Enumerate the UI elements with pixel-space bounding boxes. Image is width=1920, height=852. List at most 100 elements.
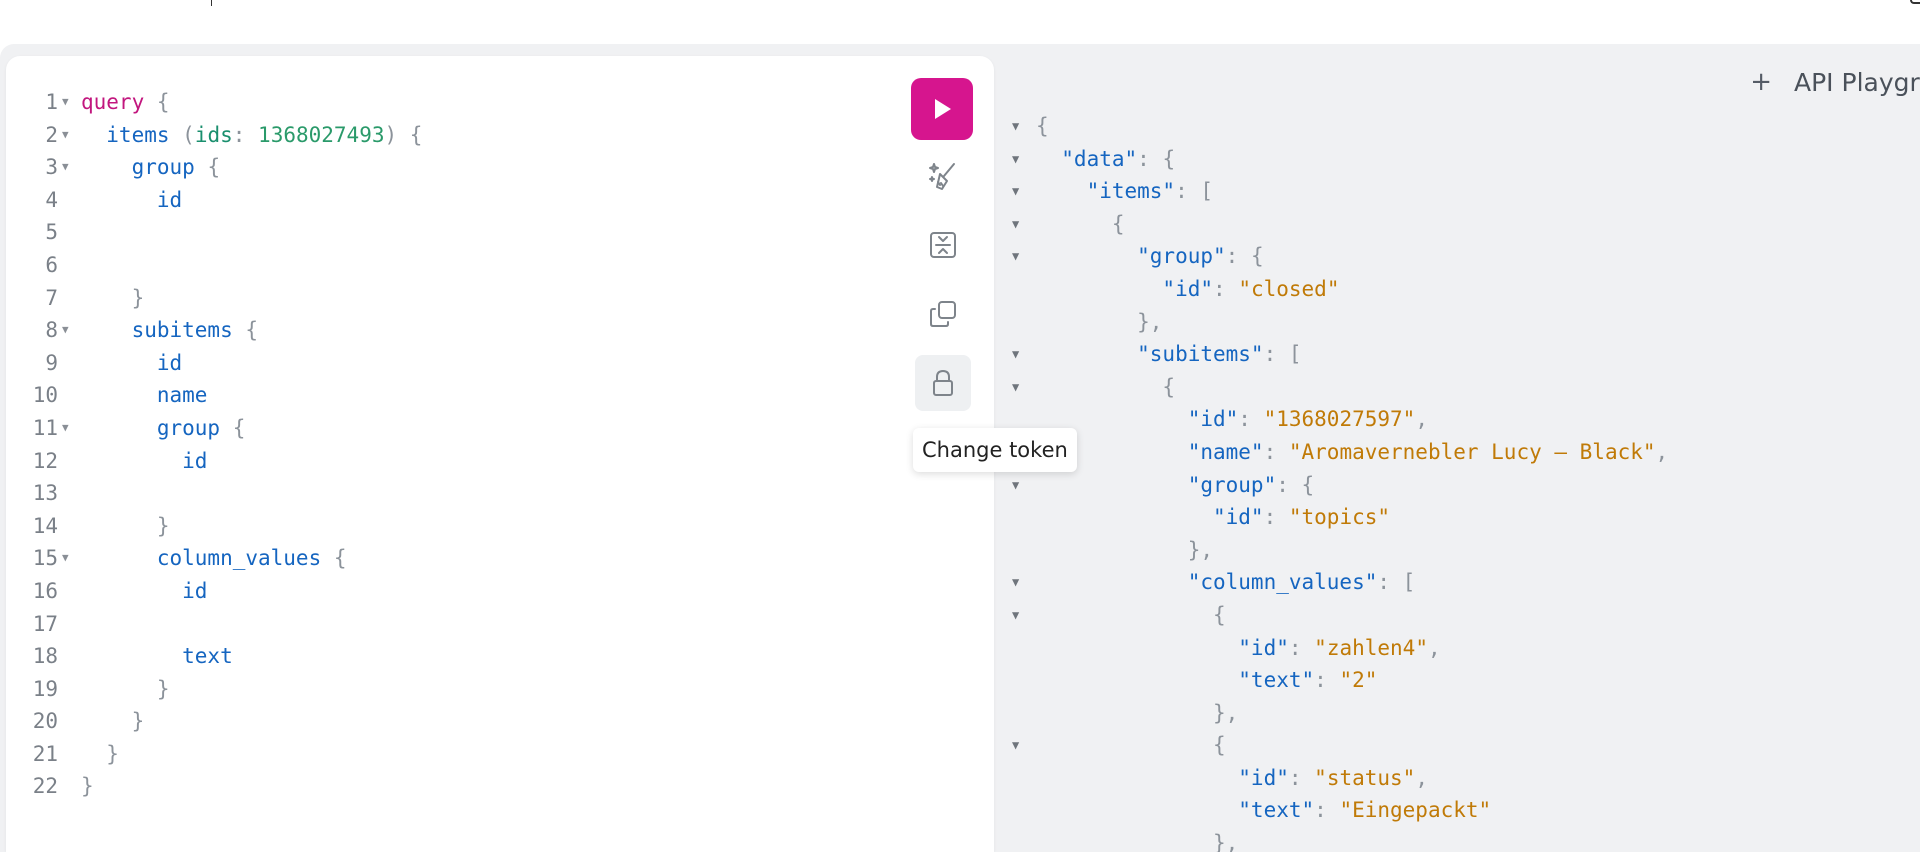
code-text: column_values { (81, 542, 347, 575)
line-number: 18 (32, 644, 58, 669)
change-token-button[interactable] (915, 355, 971, 411)
line-number: 14 (32, 513, 58, 538)
code-text: } (81, 282, 145, 315)
result-text: "group": { (1036, 240, 1263, 273)
playground-title: API Playground (1794, 67, 1920, 97)
json-token: }, (1036, 537, 1214, 562)
code-text: id (81, 575, 207, 608)
fold-arrow-icon[interactable]: ▼ (1012, 143, 1019, 176)
fold-arrow-icon[interactable]: ▼ (1012, 469, 1019, 502)
json-token: , (1655, 439, 1669, 464)
code-token: } (81, 774, 94, 799)
fold-arrow-icon[interactable]: ▼ (1012, 599, 1019, 632)
fold-arrow-icon[interactable]: ▼ (1012, 208, 1019, 241)
json-token: "id" (1036, 276, 1214, 301)
json-token: "group" (1036, 472, 1277, 497)
fold-arrow-icon[interactable]: ▼ (62, 542, 69, 575)
json-token: "id" (1036, 635, 1289, 660)
result-text: { (1036, 110, 1049, 143)
code-token: id (81, 448, 208, 473)
result-text: }, (1036, 697, 1238, 730)
json-token: "topics" (1288, 505, 1391, 530)
json-token: "id" (1036, 407, 1239, 432)
json-token: "text" (1036, 668, 1315, 693)
json-token: , (1427, 635, 1441, 660)
code-token: id (81, 187, 183, 212)
code-token: subitems (81, 318, 233, 343)
json-token: : [ (1377, 570, 1416, 595)
json-token: "items" (1036, 179, 1176, 204)
code-text: id (81, 347, 182, 380)
json-token: "id" (1036, 765, 1289, 790)
code-token: { (144, 90, 170, 114)
line-number: 7 (45, 285, 58, 310)
fold-arrow-icon[interactable]: ▼ (1012, 110, 1019, 143)
line-number: 20 (32, 709, 58, 734)
result-text: "data": { (1036, 143, 1175, 176)
json-token: : (1288, 635, 1315, 660)
copy-icon (930, 301, 956, 327)
code-token: items (81, 122, 170, 147)
result-text: }, (1036, 534, 1213, 567)
code-text: } (81, 673, 170, 706)
json-token: : (1314, 798, 1340, 823)
code-text: query { (81, 86, 170, 119)
corner-icon (1910, 0, 1920, 4)
line-number: 13 (32, 481, 58, 506)
copy-query-button[interactable] (915, 286, 971, 342)
code-token: id (81, 350, 183, 375)
line-number: 8 (45, 318, 58, 343)
code-token: query (81, 90, 145, 114)
run-query-button[interactable] (911, 78, 973, 140)
fold-arrow-icon[interactable]: ▼ (1012, 729, 1019, 762)
json-token: : (1314, 668, 1340, 693)
add-tab-button[interactable]: + (1750, 67, 1772, 97)
result-text: }, (1036, 306, 1162, 339)
fold-arrow-icon[interactable]: ▼ (62, 86, 69, 119)
line-number: 3 (45, 155, 58, 180)
code-text: group { (81, 151, 221, 184)
fold-arrow-icon[interactable]: ▼ (1012, 338, 1019, 371)
code-token: ids (194, 122, 233, 147)
code-text: text (81, 640, 233, 673)
code-text: name (81, 379, 208, 412)
code-text: id (81, 184, 182, 217)
code-token: { (232, 318, 259, 343)
code-text: } (81, 738, 119, 771)
merge-fragments-button[interactable] (915, 217, 971, 273)
fold-arrow-icon[interactable]: ▼ (1012, 175, 1019, 208)
fold-arrow-icon[interactable]: ▼ (62, 412, 69, 445)
fold-arrow-icon[interactable]: ▼ (62, 314, 69, 347)
result-text: "id": "closed" (1036, 273, 1339, 306)
result-text: "group": { (1036, 469, 1314, 502)
json-token: : (1238, 407, 1264, 432)
result-text: "text": "Eingepackt" (1036, 794, 1491, 827)
json-token: : { (1137, 146, 1176, 171)
fold-arrow-icon[interactable]: ▼ (62, 119, 69, 152)
fold-arrow-icon[interactable]: ▼ (1012, 371, 1019, 404)
json-token: : { (1276, 472, 1315, 497)
result-text: { (1036, 729, 1226, 762)
fold-arrow-icon[interactable]: ▼ (1012, 566, 1019, 599)
json-token: "group" (1036, 244, 1226, 269)
code-token: text (81, 644, 233, 669)
result-text: { (1036, 208, 1125, 241)
result-text: "id": "zahlen4", (1036, 632, 1441, 665)
code-token: group (81, 415, 221, 440)
query-editor[interactable]: 1 ▼ query {2 ▼ items (ids: 1368027493) {3 ▼ … (6, 56, 994, 852)
line-number: 1 (45, 90, 58, 114)
fold-arrow-icon[interactable]: ▼ (62, 151, 69, 184)
code-token: } (81, 285, 145, 310)
result-text: "subitems": [ (1036, 338, 1301, 371)
play-icon (935, 99, 951, 119)
fold-arrow-icon[interactable]: ▼ (1012, 240, 1019, 273)
json-token: "Aromavernebler Lucy – Black" (1288, 439, 1656, 464)
json-token: , (1415, 765, 1428, 790)
line-number: 16 (32, 578, 58, 603)
result-text: }, (1036, 827, 1238, 852)
result-text: "text": "2" (1036, 664, 1377, 697)
json-token: : (1263, 439, 1289, 464)
code-text: } (81, 510, 170, 543)
prettify-button[interactable] (915, 148, 971, 204)
line-number: 2 (45, 122, 58, 147)
